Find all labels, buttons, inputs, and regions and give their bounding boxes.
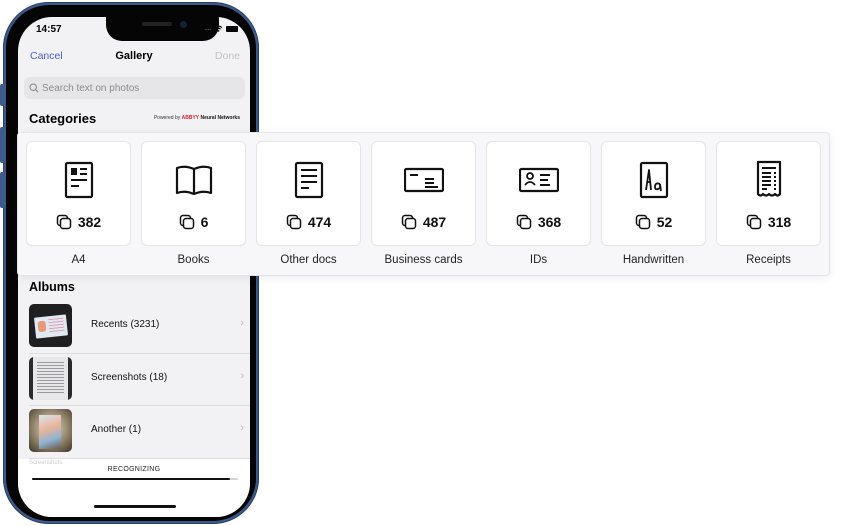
album-thumbnail (29, 409, 72, 452)
album-thumbnail (29, 356, 72, 400)
powered-suffix: Neural Networks (200, 115, 240, 121)
category-card-receipts[interactable]: 318 (716, 141, 821, 246)
category-count: 368 (487, 214, 590, 230)
volume-up-button (0, 127, 4, 163)
id-card-icon (518, 167, 559, 193)
category-count-value: 52 (656, 214, 673, 230)
category-count-value: 382 (77, 214, 102, 230)
category-count-value: 474 (307, 214, 332, 230)
photo-stack-icon (179, 214, 194, 230)
business-card-icon (403, 167, 444, 193)
category-label: Business cards (384, 254, 463, 266)
category-count: 382 (27, 214, 130, 230)
album-item-recents[interactable]: Recents (3231) › (29, 301, 250, 354)
category-card-handwritten[interactable]: 52 (601, 141, 706, 246)
album-item-screenshots[interactable]: Screenshots (18) › (29, 354, 250, 406)
album-thumbnail (29, 304, 72, 347)
photo-stack-icon (746, 214, 762, 230)
category-count: 52 (602, 214, 705, 230)
category-label: IDs (529, 254, 548, 266)
category-label: Receipts (746, 254, 791, 266)
search-placeholder: Search text on photos (42, 82, 140, 94)
category-count: 318 (717, 214, 820, 230)
category-count: 487 (372, 214, 475, 230)
status-time: 14:57 (36, 24, 62, 35)
home-indicator[interactable] (94, 505, 176, 508)
notch (106, 17, 219, 41)
volume-down-button (0, 172, 4, 208)
photo-stack-icon (56, 214, 72, 230)
front-camera (180, 21, 187, 28)
abbyy-logo: ABBYY (181, 115, 200, 121)
category-count-value: 318 (767, 214, 792, 230)
category-count-value: 6 (200, 214, 209, 230)
powered-by-label: Powered by ABBYY Neural Networks (154, 115, 240, 121)
handwritten-icon (639, 161, 668, 199)
photo-stack-icon (516, 214, 532, 230)
albums-heading: Albums (29, 280, 75, 294)
category-card-business-cards[interactable]: 487 (371, 141, 476, 246)
navigation-bar: Cancel Gallery Done (18, 47, 250, 65)
photo-stack-icon (286, 214, 302, 230)
status-icons: .... (204, 25, 238, 32)
document-lines-icon (294, 161, 323, 199)
album-list: Recents (3231) › Screenshots (18) › Anot… (29, 301, 250, 459)
search-input[interactable]: Search text on photos (24, 77, 245, 99)
book-icon (175, 165, 212, 196)
speaker (142, 22, 172, 26)
chevron-right-icon: › (240, 369, 244, 382)
photo-stack-icon (401, 214, 417, 230)
category-count-value: 487 (422, 214, 447, 230)
battery-icon (226, 25, 238, 32)
powered-prefix: Powered by (153, 115, 181, 121)
category-count-value: 368 (537, 214, 562, 230)
album-item-another[interactable]: Another (1) › (29, 406, 250, 459)
progress-fill (32, 478, 230, 480)
wifi-icon (214, 25, 223, 32)
receipt-icon (756, 160, 781, 197)
search-icon (29, 83, 39, 93)
category-label: Other docs (280, 254, 337, 266)
category-label: Books (177, 254, 210, 266)
recognizing-label: RECOGNIZING (107, 466, 161, 473)
category-count: 6 (142, 214, 245, 230)
photo-stack-icon (635, 214, 650, 230)
category-card-a4[interactable]: 382 (26, 141, 131, 246)
chevron-right-icon: › (240, 422, 244, 434)
categories-strip: 382 A4 6 Books 474 Other docs 487 Busine… (18, 133, 829, 275)
silent-switch (0, 84, 4, 106)
done-button[interactable]: Done (215, 50, 240, 62)
category-label: A4 (71, 254, 86, 266)
album-label: Another (1) (91, 424, 142, 435)
signal-icon: .... (204, 25, 211, 32)
album-label: Screenshots (18) (91, 371, 168, 383)
chevron-right-icon: › (240, 317, 244, 329)
category-label: Handwritten (622, 254, 685, 266)
album-label: Recents (3231) (91, 319, 160, 330)
category-count: 474 (257, 214, 360, 230)
recognizing-progress-bar (32, 478, 238, 480)
category-card-books[interactable]: 6 (141, 141, 246, 246)
category-card-other-docs[interactable]: 474 (256, 141, 361, 246)
category-card-ids[interactable]: 368 (486, 141, 591, 246)
a4-document-icon (64, 161, 93, 199)
categories-heading: Categories (29, 111, 97, 126)
